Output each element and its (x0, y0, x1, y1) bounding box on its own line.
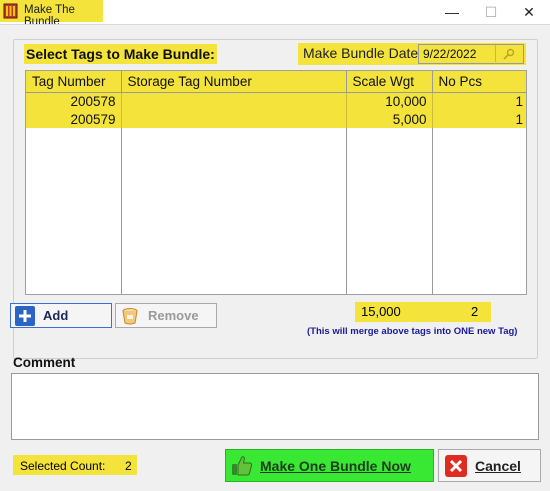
total-scale-wgt: 15,000 (361, 304, 401, 319)
empty-grid-area (26, 128, 526, 294)
total-no-pcs: 2 (471, 304, 479, 319)
bundle-date-label: Make Bundle Date: (303, 45, 423, 61)
minimize-button[interactable]: — (437, 2, 467, 22)
selected-count-label: Selected Count: (20, 459, 106, 473)
remove-button-label: Remove (148, 308, 199, 323)
comment-field[interactable] (11, 373, 539, 440)
selected-count-value: 2 (125, 459, 132, 473)
comment-label: Comment (13, 355, 76, 370)
storage-tag-number-cell[interactable] (121, 92, 347, 110)
close-button[interactable]: ✕ (514, 2, 544, 22)
dialog-body: Select Tags to Make Bundle: Make Bundle … (0, 24, 550, 491)
add-button[interactable]: Add (10, 303, 112, 328)
title-bar: Make The Bundle — ☐ ✕ (0, 0, 550, 28)
window-title-tab: Make The Bundle (0, 0, 103, 28)
totals-bar: 15,000 2 (355, 302, 491, 322)
add-button-label: Add (43, 308, 69, 323)
no-pcs-cell[interactable]: 1 (432, 92, 526, 110)
tags-grid[interactable]: Tag Number Storage Tag Number Scale Wgt … (25, 70, 527, 295)
app-icon (3, 3, 18, 19)
no-pcs-cell[interactable]: 1 (432, 110, 526, 128)
selected-count-bar: Selected Count: 2 (13, 455, 137, 475)
merge-note: (This will merge above tags into ONE new… (307, 326, 518, 337)
remove-button[interactable]: Remove (115, 303, 217, 328)
search-icon (503, 48, 515, 60)
scale-wgt-cell[interactable]: 5,000 (346, 110, 433, 128)
tag-number-cell[interactable]: 200578 (26, 92, 122, 110)
tag-number-cell[interactable]: 200579 (26, 110, 122, 128)
column-header-tag-number[interactable]: Tag Number (26, 71, 122, 93)
grid-header-row: Tag Number Storage Tag Number Scale Wgt … (26, 71, 526, 93)
cancel-button-label: Cancel (475, 457, 521, 474)
panel-title: Select Tags to Make Bundle: (24, 44, 217, 64)
table-row[interactable]: 200578 10,000 1 (26, 92, 526, 110)
column-header-no-pcs[interactable]: No Pcs (432, 71, 526, 93)
thumbs-up-icon (232, 455, 253, 475)
plus-icon (15, 305, 35, 326)
cancel-button[interactable]: Cancel (438, 449, 541, 482)
bucket-icon (122, 307, 138, 324)
column-header-scale-wgt[interactable]: Scale Wgt (346, 71, 433, 93)
make-bundle-button[interactable]: Make One Bundle Now (225, 449, 434, 482)
bundle-date-group: Make Bundle Date: 9/22/2022 (298, 43, 526, 65)
make-bundle-button-label: Make One Bundle Now (260, 457, 411, 474)
column-header-storage-tag-number[interactable]: Storage Tag Number (121, 71, 347, 93)
x-icon (445, 454, 467, 477)
scale-wgt-cell[interactable]: 10,000 (346, 92, 433, 110)
date-picker-button[interactable] (495, 45, 522, 62)
table-row[interactable]: 200579 5,000 1 (26, 110, 526, 128)
maximize-button[interactable]: ☐ (476, 2, 506, 22)
storage-tag-number-cell[interactable] (121, 110, 347, 128)
